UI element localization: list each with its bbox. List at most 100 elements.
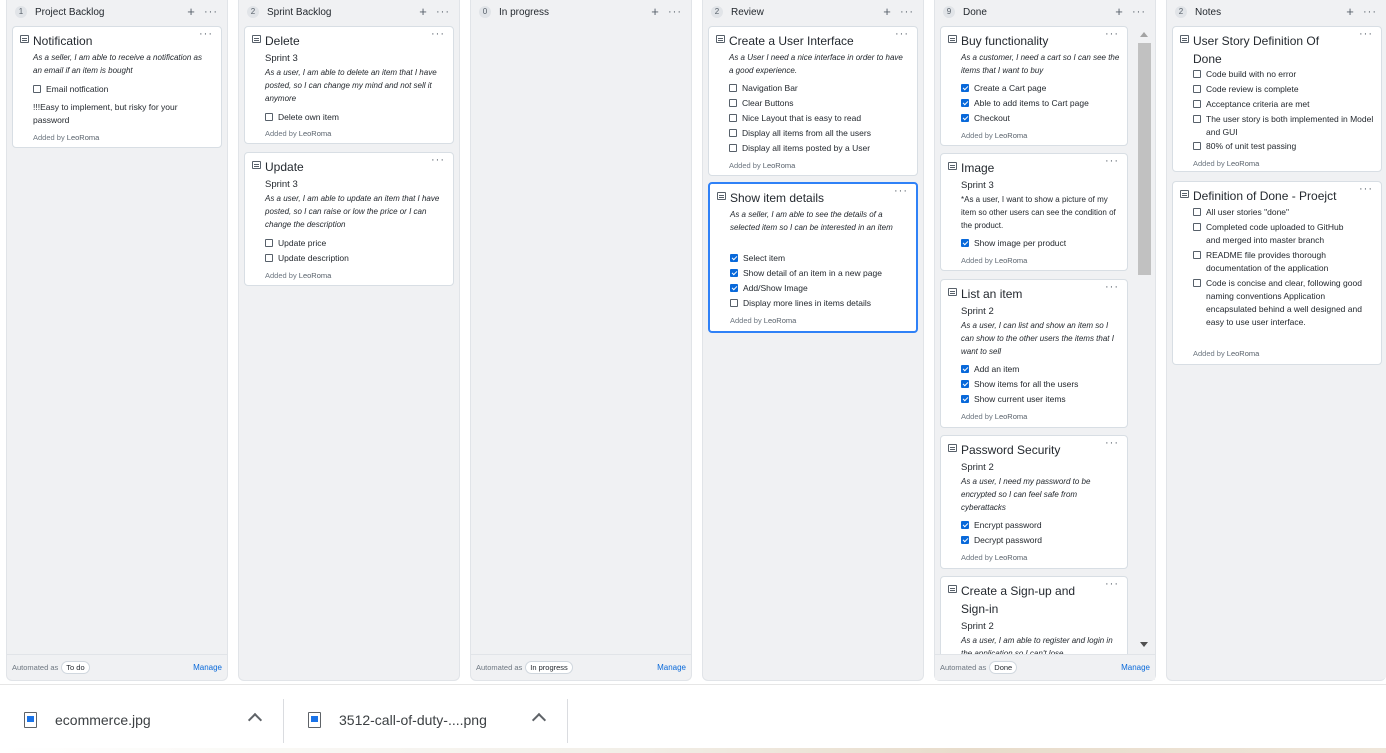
card-delete[interactable]: ··· Delete Sprint 3 As a user, I am able… (244, 26, 454, 144)
checklist-item[interactable]: All user stories "done" (1193, 206, 1378, 219)
checkbox[interactable] (961, 521, 969, 529)
checkbox[interactable] (729, 99, 737, 107)
checklist-item[interactable]: Display all items posted by a User (729, 142, 914, 155)
checkbox[interactable] (961, 99, 969, 107)
checkbox[interactable] (729, 84, 737, 92)
checklist-item[interactable]: Code review is complete (1193, 83, 1378, 96)
scroll-up-arrow-icon[interactable] (1140, 32, 1148, 37)
download-item[interactable]: ecommerce.jpg (24, 703, 151, 737)
checkbox[interactable] (729, 144, 737, 152)
card-user-story-definition-of-done[interactable]: ··· User Story Definition Of Done Code b… (1172, 26, 1382, 172)
checkbox[interactable] (1193, 223, 1201, 231)
add-card-icon[interactable]: + (1342, 5, 1358, 18)
card-sprint: Sprint 3 (265, 53, 298, 64)
manage-link[interactable]: Manage (193, 663, 222, 672)
checklist-item[interactable]: Code build with no error (1193, 68, 1378, 81)
checkbox[interactable] (729, 114, 737, 122)
checklist-item[interactable]: Email notfication (33, 83, 218, 96)
checkbox[interactable] (1193, 85, 1201, 93)
checkbox[interactable] (265, 254, 273, 262)
manage-link[interactable]: Manage (657, 663, 686, 672)
checkbox[interactable] (265, 113, 273, 121)
checkbox[interactable] (1193, 279, 1201, 287)
scroll-down-arrow-icon[interactable] (1140, 642, 1148, 647)
card-list-an-item[interactable]: ··· List an item Sprint 2 As a user, I c… (940, 279, 1128, 428)
card-more-icon[interactable]: ··· (1359, 28, 1373, 40)
checkbox[interactable] (961, 536, 969, 544)
checklist-item[interactable]: Clear Buttons (729, 97, 914, 110)
checklist-item[interactable]: Update description (265, 252, 450, 265)
add-card-icon[interactable]: + (1111, 5, 1127, 18)
card-image[interactable]: ··· Image Sprint 3 *As a user, I want to… (940, 153, 1128, 271)
column-more-icon[interactable]: ··· (433, 7, 453, 18)
checklist-item[interactable]: Completed code uploaded to GitHub and me… (1193, 221, 1353, 247)
checklist-item[interactable]: Create a Cart page (961, 82, 1127, 95)
chevron-up-icon[interactable] (531, 712, 547, 728)
checkbox[interactable] (1193, 70, 1201, 78)
checklist-item[interactable]: Show items for all the users (961, 378, 1127, 391)
checkbox[interactable] (1193, 251, 1201, 259)
checkbox[interactable] (265, 239, 273, 247)
checklist-item[interactable]: Acceptance criteria are met (1193, 98, 1378, 111)
add-card-icon[interactable]: + (415, 5, 431, 18)
checkbox[interactable] (1193, 208, 1201, 216)
download-item[interactable]: 3512-call-of-duty-....png (308, 703, 487, 737)
checkbox[interactable] (729, 129, 737, 137)
checkbox[interactable] (961, 380, 969, 388)
card-update[interactable]: ··· Update Sprint 3 As a user, I am able… (244, 152, 454, 286)
checklist-item[interactable]: Code is concise and clear, following goo… (1193, 277, 1363, 329)
card-definition-of-done-project[interactable]: ··· Definition of Done - Proejct All use… (1172, 181, 1382, 365)
checklist-item[interactable]: Display more lines in items details (730, 297, 915, 310)
column-more-icon[interactable]: ··· (201, 7, 221, 18)
scrollbar-thumb[interactable] (1138, 43, 1151, 275)
card-create-user-interface[interactable]: ··· Create a User Interface As a User I … (708, 26, 918, 176)
checkbox[interactable] (730, 269, 738, 277)
checklist-item[interactable]: Encrypt password (961, 519, 1127, 532)
card-create-sign-up-sign-in[interactable]: ··· Create a Sign-up and Sign-in Sprint … (940, 576, 1128, 655)
checklist-item[interactable]: Add/Show Image (730, 282, 915, 295)
checklist-item[interactable]: Delete own item (265, 111, 450, 124)
checklist-item[interactable]: The user story is both implemented in Mo… (1193, 113, 1378, 139)
column-more-icon[interactable]: ··· (897, 7, 917, 18)
checklist-item[interactable]: README file provides thorough documentat… (1193, 249, 1353, 275)
checklist-item[interactable]: Navigation Bar (729, 82, 914, 95)
column-more-icon[interactable]: ··· (1360, 7, 1380, 18)
add-card-icon[interactable]: + (647, 5, 663, 18)
column-more-icon[interactable]: ··· (665, 7, 685, 18)
add-card-icon[interactable]: + (183, 5, 199, 18)
checklist-item[interactable]: Show image per product (961, 237, 1127, 250)
checkbox[interactable] (730, 299, 738, 307)
checkbox[interactable] (961, 84, 969, 92)
card-password-security[interactable]: ··· Password Security Sprint 2 As a user… (940, 435, 1128, 569)
checklist-item[interactable]: Decrypt password (961, 534, 1127, 547)
checkbox[interactable] (1193, 142, 1201, 150)
checkbox[interactable] (961, 365, 969, 373)
card-show-item-details[interactable]: ··· Show item details As a seller, I am … (708, 182, 918, 333)
checkbox[interactable] (961, 114, 969, 122)
checklist-item[interactable]: Checkout (961, 112, 1127, 125)
checkbox[interactable] (1193, 115, 1201, 123)
column-in-progress: 0 In progress + ··· Automated as In prog… (470, 0, 692, 681)
checklist-item[interactable]: Add an item (961, 363, 1127, 376)
card-buy-functionality[interactable]: ··· Buy functionality As a customer, I n… (940, 26, 1128, 146)
checklist-item[interactable]: Update price (265, 237, 450, 250)
checklist-item[interactable]: Show detail of an item in a new page (730, 267, 915, 280)
checkbox[interactable] (1193, 100, 1201, 108)
checkbox[interactable] (730, 254, 738, 262)
checkbox[interactable] (961, 239, 969, 247)
checklist-item[interactable]: Show current user items (961, 393, 1127, 406)
add-card-icon[interactable]: + (879, 5, 895, 18)
checkbox[interactable] (730, 284, 738, 292)
checkbox[interactable] (33, 85, 41, 93)
checklist-item[interactable]: Nice Layout that is easy to read (729, 112, 914, 125)
checklist-item[interactable]: Able to add items to Cart page (961, 97, 1127, 110)
column-more-icon[interactable]: ··· (1129, 7, 1149, 18)
checklist-item[interactable]: 80% of unit test passing (1193, 140, 1378, 153)
checklist-item[interactable]: Display all items from all the users (729, 127, 914, 140)
chevron-up-icon[interactable] (247, 712, 263, 728)
checkbox[interactable] (961, 395, 969, 403)
card-more-icon[interactable]: ··· (1105, 578, 1119, 590)
card-notification[interactable]: ··· Notification As a seller, I am able … (12, 26, 222, 148)
manage-link[interactable]: Manage (1121, 663, 1150, 672)
checklist-item[interactable]: Select item (730, 252, 915, 265)
